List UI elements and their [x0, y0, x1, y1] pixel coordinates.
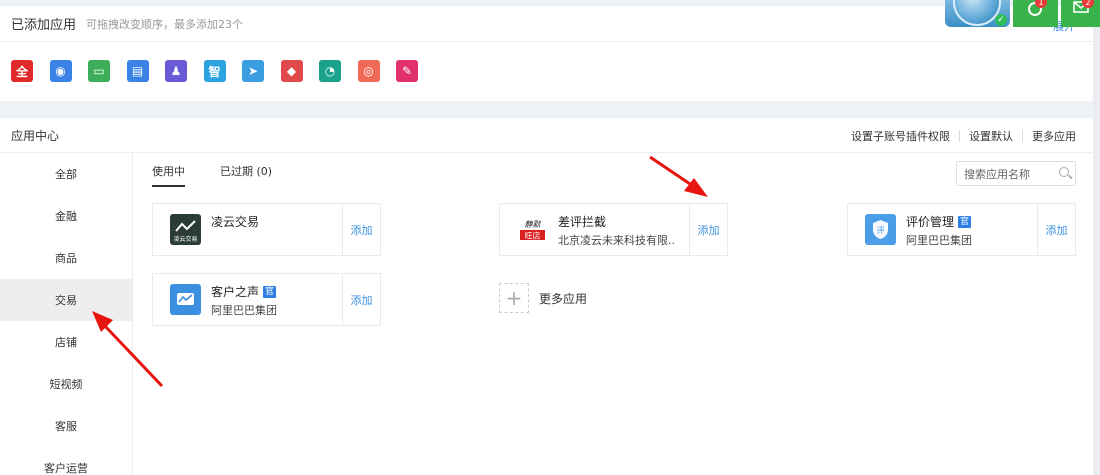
- customer-voice-icon: [170, 284, 201, 315]
- added-apps-hint: 可拖拽改变顺序，最多添加23个: [86, 17, 244, 31]
- tab-expired[interactable]: 已过期 (0): [220, 163, 272, 187]
- sidebar-item-trade[interactable]: 交易: [0, 279, 132, 321]
- app-card-name-text: 凌云交易: [211, 215, 260, 229]
- svg-text:评: 评: [877, 226, 885, 235]
- app-card-name: 客户之声官: [211, 283, 277, 300]
- mail-icon: [1073, 1, 1089, 13]
- box-app-icon[interactable]: ◆: [280, 60, 303, 82]
- notification-button[interactable]: 1: [1013, 0, 1058, 27]
- add-button[interactable]: 添加: [342, 204, 380, 255]
- app-card-vendor: 阿里巴巴集团: [211, 304, 277, 317]
- add-button[interactable]: 添加: [689, 204, 727, 255]
- app-list-area: 使用中 已过期 (0) 搜索应用名称 凌云交易 凌云交易 添加 静默旺店 差评拦…: [134, 153, 1093, 475]
- send-app-icon[interactable]: ➤: [242, 60, 264, 82]
- gauge-app-icon[interactable]: ◔: [319, 60, 341, 82]
- sidebar-item-finance[interactable]: 金融: [0, 195, 132, 237]
- add-button[interactable]: 添加: [342, 274, 380, 325]
- app-card-name-text: 客户之声: [211, 285, 260, 299]
- more-apps-link[interactable]: 更多应用: [1032, 128, 1076, 144]
- divider: [959, 130, 960, 142]
- app-card-lingyun-trade[interactable]: 凌云交易 凌云交易 添加: [152, 203, 381, 256]
- message-button[interactable]: 2: [1061, 0, 1100, 27]
- search-input[interactable]: 搜索应用名称: [956, 161, 1076, 186]
- added-apps-header: 已添加应用 可拖拽改变顺序，最多添加23个: [0, 6, 1093, 42]
- app-card-customer-voice[interactable]: 客户之声官 阿里巴巴集团 添加: [152, 273, 381, 326]
- set-default-link[interactable]: 设置默认: [969, 128, 1013, 144]
- pen-app-icon[interactable]: ✎: [396, 60, 418, 82]
- search-placeholder: 搜索应用名称: [964, 167, 1030, 181]
- svg-text:旺店: 旺店: [525, 231, 541, 241]
- app-center-title: 应用中心: [11, 128, 60, 143]
- app-card-vendor: 阿里巴巴集团: [906, 234, 972, 247]
- jingmo-shop-logo-icon: 静默 旺店: [517, 214, 548, 245]
- app-card-name-text: 差评拦截: [558, 215, 607, 229]
- added-apps-panel: 已添加应用 可拖拽改变顺序，最多添加23个 展开 全◉▭▤♟智➤◆◔◎✎: [0, 6, 1093, 101]
- calendar-app-icon[interactable]: ▤: [126, 60, 149, 82]
- globe-icon: [953, 0, 1001, 26]
- zhi-app-icon[interactable]: 智: [203, 60, 226, 82]
- app-card-name: 差评拦截: [558, 213, 606, 230]
- add-button[interactable]: 添加: [1037, 204, 1075, 255]
- app-card-name: 凌云交易: [211, 213, 259, 230]
- tab-in-use[interactable]: 使用中: [152, 163, 185, 187]
- app-card-vendor: 北京凌云未来科技有限...: [558, 234, 676, 247]
- scrollbar-track[interactable]: [1093, 0, 1100, 475]
- app-center-header: 应用中心 设置子账号插件权限 设置默认 更多应用: [0, 118, 1093, 153]
- divider: [1022, 130, 1023, 142]
- more-apps-entry[interactable]: + 更多应用: [499, 283, 587, 313]
- app-center-panel: 应用中心 设置子账号插件权限 设置默认 更多应用 全部 金融 商品 交易 店铺 …: [0, 118, 1093, 475]
- plus-icon: +: [499, 283, 529, 313]
- more-apps-label: 更多应用: [539, 291, 588, 306]
- compass-app-icon[interactable]: ◉: [49, 60, 72, 82]
- app-card-name: 评价管理官: [906, 213, 972, 230]
- check-icon: ✓: [995, 14, 1007, 26]
- added-apps-icon-row: 全 ◉ ▭ ▤ ♟ 智 ➤ ◆ ◔ ◎ ✎: [11, 60, 435, 82]
- sidebar-item-short-video[interactable]: 短视频: [0, 363, 132, 405]
- review-shield-icon: 评: [865, 214, 896, 245]
- svg-text:凌云交易: 凌云交易: [173, 235, 197, 243]
- official-badge: 官: [263, 285, 277, 298]
- coin-app-icon[interactable]: ◎: [357, 60, 380, 82]
- official-badge: 官: [958, 215, 972, 228]
- lingyun-logo-icon: 凌云交易: [170, 214, 201, 245]
- tab-bar: 使用中 已过期 (0): [152, 163, 307, 187]
- category-sidebar: 全部 金融 商品 交易 店铺 短视频 客服 客户运营: [0, 153, 133, 475]
- app-card-review-management[interactable]: 评 评价管理官 阿里巴巴集团 添加: [847, 203, 1076, 256]
- subaccount-permission-link[interactable]: 设置子账号插件权限: [851, 128, 950, 144]
- app-card-bad-review-block[interactable]: 静默旺店 差评拦截 北京凌云未来科技有限... 添加: [499, 203, 728, 256]
- sidebar-item-goods[interactable]: 商品: [0, 237, 132, 279]
- sidebar-item-shop[interactable]: 店铺: [0, 321, 132, 363]
- user-app-icon[interactable]: ♟: [165, 60, 187, 82]
- sidebar-item-customer-service[interactable]: 客服: [0, 405, 132, 447]
- added-apps-title: 已添加应用: [11, 18, 77, 33]
- search-icon[interactable]: [1059, 167, 1069, 177]
- floating-toolbar: ✓ 1 2: [945, 0, 1100, 27]
- sidebar-item-customer-operation[interactable]: 客户运营: [0, 447, 132, 475]
- sidebar-item-all[interactable]: 全部: [0, 153, 132, 195]
- quan-app-icon[interactable]: 全: [11, 60, 33, 82]
- svg-text:静默: 静默: [525, 220, 542, 229]
- app-card-name-text: 评价管理: [906, 215, 955, 229]
- window-app-icon[interactable]: ▭: [88, 60, 110, 82]
- header-links: 设置子账号插件权限 设置默认 更多应用: [851, 128, 1076, 144]
